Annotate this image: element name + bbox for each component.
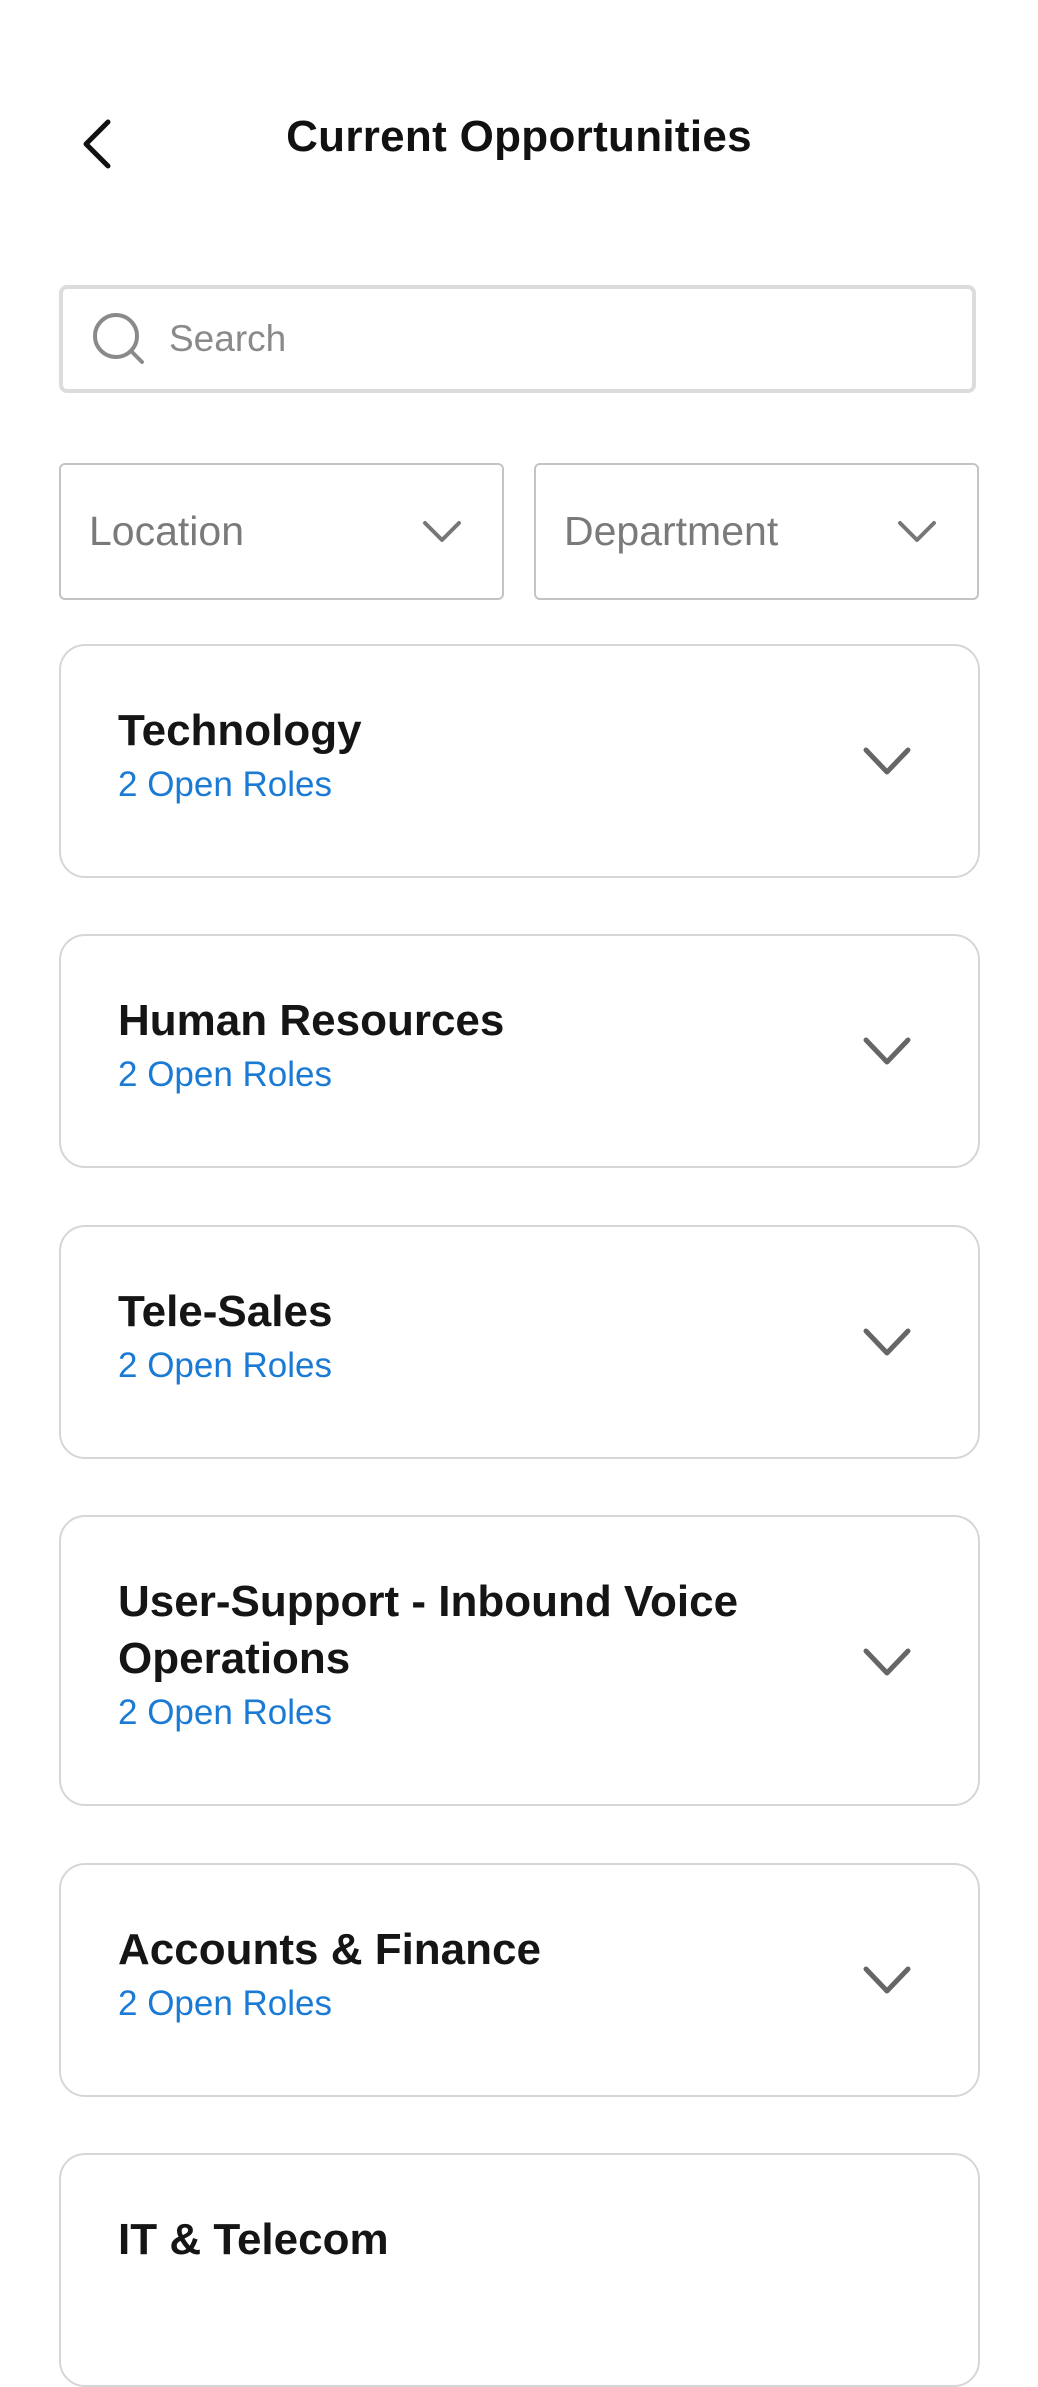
department-name: Accounts & Finance [118, 1925, 541, 1974]
department-filter-dropdown[interactable]: Department [534, 463, 979, 600]
department-name: IT & Telecom [118, 2215, 389, 2264]
chevron-down-icon[interactable] [862, 746, 912, 776]
chevron-down-icon [898, 520, 936, 542]
department-card-it-telecom[interactable]: IT & Telecom [59, 2153, 980, 2387]
header: Current Opportunities [0, 100, 1038, 186]
department-card-tele-sales[interactable]: Tele-Sales 2 Open Roles [59, 1225, 980, 1459]
open-roles-count: 2 Open Roles [118, 1346, 333, 1385]
open-roles-count: 2 Open Roles [118, 1055, 333, 1094]
open-roles-count: 2 Open Roles [118, 1984, 333, 2023]
chevron-down-icon[interactable] [862, 1965, 912, 1995]
chevron-down-icon [423, 520, 461, 542]
location-filter-dropdown[interactable]: Location [59, 463, 504, 600]
chevron-down-icon[interactable] [862, 1036, 912, 1066]
department-name: Technology [118, 706, 362, 755]
open-roles-count: 2 Open Roles [118, 1693, 333, 1732]
department-filter-label: Department [564, 508, 779, 554]
chevron-down-icon[interactable] [862, 1647, 912, 1677]
page-title: Current Opportunities [286, 112, 752, 161]
department-name: Tele-Sales [118, 1287, 333, 1336]
chevron-down-icon[interactable] [862, 1327, 912, 1357]
department-card-accounts-finance[interactable]: Accounts & Finance 2 Open Roles [59, 1863, 980, 2097]
location-filter-label: Location [89, 508, 245, 554]
department-card-user-support[interactable]: User-Support - Inbound Voice Operations … [59, 1515, 980, 1806]
department-card-human-resources[interactable]: Human Resources 2 Open Roles [59, 934, 980, 1168]
search-icon [93, 313, 144, 364]
department-name: User-Support - Inbound Voice Operations [118, 1577, 739, 1683]
search-input[interactable] [167, 317, 951, 361]
department-card-technology[interactable]: Technology 2 Open Roles [59, 644, 980, 878]
search-box[interactable] [59, 285, 976, 393]
open-roles-count: 2 Open Roles [118, 765, 333, 804]
department-name: Human Resources [118, 996, 505, 1045]
